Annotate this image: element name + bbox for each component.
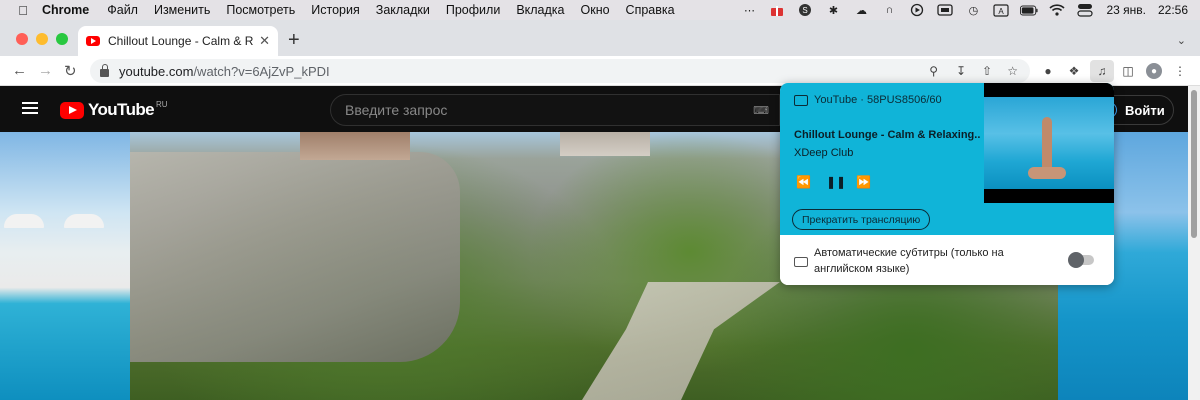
hamburger-menu-icon[interactable] — [22, 102, 38, 114]
status-area: ⋯ S ✱ ☁ ∩ ◷ A 23 янв. 22:56 — [730, 0, 1200, 20]
zoom-icon[interactable]: ⚲ — [929, 64, 938, 78]
cast-media-popup: YouTube · 58PUS8506/60 Chillout Lounge -… — [780, 83, 1114, 285]
region-code: RU — [156, 99, 168, 109]
url-text[interactable]: youtube.com/watch?v=6AjZvP_kPDI — [119, 64, 330, 79]
gift-icon[interactable] — [768, 3, 786, 17]
cast-subtitles-row: Автоматические субтитры (только на англи… — [780, 235, 1114, 285]
menu-bookmarks[interactable]: Закладки — [376, 3, 430, 17]
close-window-button[interactable] — [16, 33, 28, 45]
activity-icon[interactable]: ⋯ — [740, 3, 758, 17]
time-machine-icon[interactable]: ◷ — [964, 3, 982, 17]
cloud-icon[interactable]: ☁ — [852, 3, 870, 17]
share-icon[interactable]: ⇧ — [982, 64, 992, 78]
artwork-image — [984, 97, 1114, 189]
scrollbar-thumb[interactable] — [1191, 90, 1197, 238]
extensions-puzzle-icon[interactable]: ❖ — [1066, 63, 1082, 79]
cast-now-playing: YouTube · 58PUS8506/60 Chillout Lounge -… — [780, 83, 1114, 235]
search-placeholder: Введите запрос — [345, 102, 448, 118]
menu-file[interactable]: Файл — [107, 3, 138, 17]
skype-icon[interactable]: S — [796, 3, 814, 17]
youtube-logo[interactable]: YouTube RU — [60, 100, 168, 120]
profile-avatar[interactable]: ● — [1146, 63, 1162, 79]
window-controls — [16, 33, 76, 45]
new-tab-button[interactable]: + — [288, 30, 300, 50]
menu-view[interactable]: Посмотреть — [226, 3, 295, 17]
building-shape — [300, 132, 410, 160]
menu-window[interactable]: Окно — [581, 3, 610, 17]
tab-search-chevron-icon[interactable]: ⌄ — [1177, 34, 1186, 47]
umbrella-shape — [64, 214, 104, 228]
menu-clock[interactable]: 22:56 — [1158, 3, 1188, 17]
cast-track-artist: XDeep Club — [794, 147, 854, 159]
next-track-icon[interactable]: ⏩ — [856, 175, 871, 189]
page-scrollbar[interactable] — [1188, 86, 1200, 400]
cast-icon — [794, 94, 808, 106]
previous-track-icon[interactable]: ⏪ — [796, 175, 811, 189]
back-button[interactable]: ← — [12, 62, 27, 79]
youtube-wordmark: YouTube — [88, 100, 155, 119]
menu-app-chrome[interactable]: Chrome — [42, 3, 89, 17]
stairs-shape — [582, 282, 780, 400]
menu-history[interactable]: История — [311, 3, 359, 17]
bookmark-star-icon[interactable]: ☆ — [1007, 64, 1018, 78]
arch-icon[interactable]: ∩ — [880, 3, 898, 17]
svg-text:A: A — [999, 7, 1005, 16]
lock-icon[interactable] — [100, 63, 109, 77]
pause-icon[interactable]: ❚❚ — [826, 175, 846, 189]
cliff-shape — [130, 152, 460, 362]
url-path: /watch?v=6AjZvP_kPDI — [193, 63, 330, 79]
keyboard-layout-icon[interactable]: A — [992, 3, 1010, 17]
svg-text:S: S — [803, 6, 808, 15]
tab-title: Chillout Lounge - Calm & Relaxing — [108, 34, 254, 48]
url-host: youtube.com — [119, 63, 194, 79]
ambient-left — [0, 132, 130, 400]
menu-date[interactable]: 23 янв. — [1106, 3, 1146, 17]
control-center-icon[interactable] — [1076, 3, 1094, 17]
subtitles-toggle[interactable] — [1068, 252, 1094, 268]
subtitles-label: Автоматические субтитры (только на англи… — [814, 247, 1004, 275]
side-panel-icon[interactable]: ◫ — [1120, 63, 1136, 79]
battery-icon[interactable] — [1020, 3, 1039, 17]
play-circle-icon[interactable] — [908, 3, 926, 17]
cast-track-title: Chillout Lounge - Calm & Relaxing... — [794, 129, 980, 141]
reload-button[interactable]: ↻ — [64, 62, 77, 80]
browser-toolbar: ← → ↻ youtube.com/watch?v=6AjZvP_kPDI ⚲ … — [0, 56, 1200, 86]
artwork-figure — [1042, 117, 1052, 173]
cast-device: YouTube · 58PUS8506/60 — [794, 94, 942, 106]
artwork-figure — [1028, 167, 1066, 179]
macos-menu-bar:  Chrome Файл Изменить Посмотреть Истори… — [0, 0, 1200, 20]
stop-casting-button[interactable]: Прекратить трансляцию — [792, 209, 931, 230]
vpn-globe-icon[interactable]: ● — [1040, 63, 1056, 79]
forward-button[interactable]: → — [38, 62, 53, 79]
signin-label: Войти — [1125, 102, 1165, 118]
install-app-icon[interactable]: ↧ — [956, 64, 966, 78]
zoom-window-button[interactable] — [56, 33, 68, 45]
toggle-knob — [1068, 252, 1084, 268]
menu-edit[interactable]: Изменить — [154, 3, 210, 17]
cast-artwork — [984, 83, 1114, 203]
wifi-icon[interactable] — [1048, 3, 1066, 17]
tab-close-icon[interactable]: ✕ — [259, 33, 270, 49]
building-shape — [560, 132, 650, 156]
bluetooth-icon[interactable]: ✱ — [824, 3, 842, 17]
media-controls-icon[interactable]: ♫ — [1090, 60, 1114, 82]
youtube-play-icon — [60, 101, 84, 119]
youtube-favicon-icon — [86, 36, 100, 46]
keyboard-icon[interactable]: ⌨ — [753, 104, 769, 117]
address-bar[interactable]: youtube.com/watch?v=6AjZvP_kPDI ⚲ ↧ ⇧ ☆ — [90, 59, 1030, 83]
umbrella-shape — [4, 214, 44, 228]
tab-strip: Chillout Lounge - Calm & Relaxing ✕ + ⌄ — [0, 20, 1200, 56]
menu-help[interactable]: Справка — [626, 3, 675, 17]
chrome-menu-icon[interactable]: ⋮ — [1172, 63, 1188, 79]
minimize-window-button[interactable] — [36, 33, 48, 45]
memory-icon[interactable] — [936, 3, 954, 17]
apple-icon[interactable]:  — [14, 3, 32, 18]
menu-tab[interactable]: Вкладка — [516, 3, 564, 17]
cast-device-label: YouTube · 58PUS8506/60 — [814, 94, 942, 106]
captions-icon — [794, 257, 808, 267]
tab-youtube-active[interactable]: Chillout Lounge - Calm & Relaxing ✕ — [78, 26, 278, 56]
menu-profiles[interactable]: Профили — [446, 3, 500, 17]
search-input[interactable]: Введите запрос ⌨ — [330, 94, 780, 126]
